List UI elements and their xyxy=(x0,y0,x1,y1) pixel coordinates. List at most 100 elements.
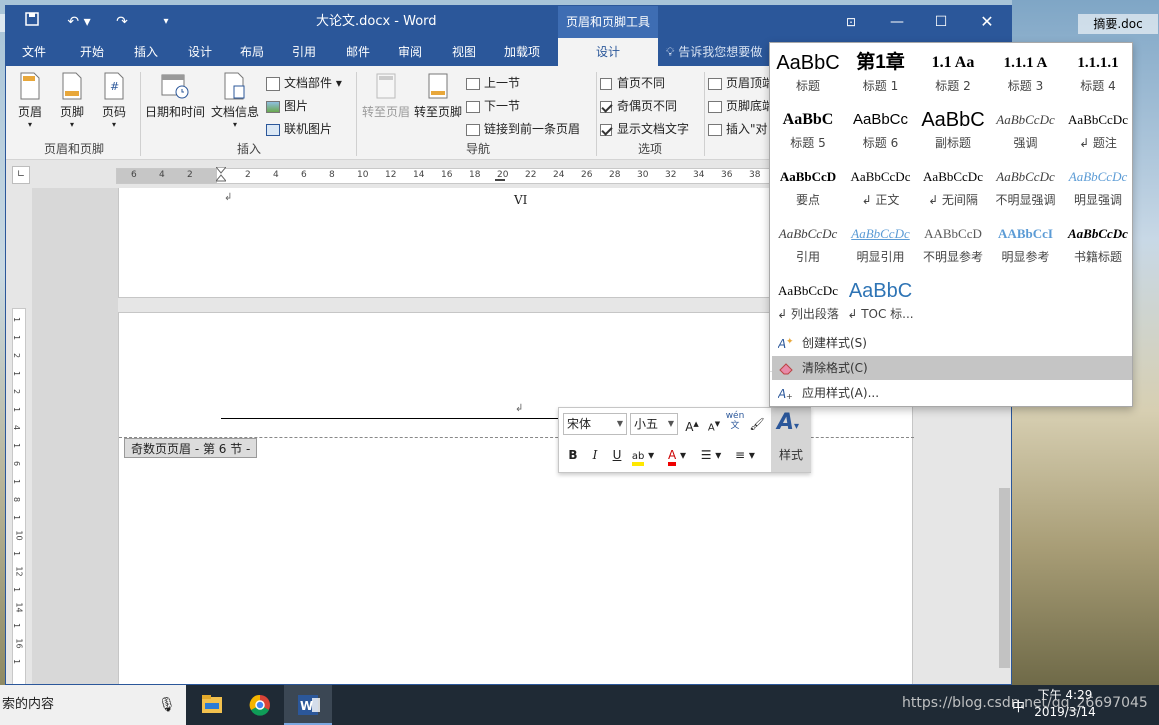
style-item[interactable]: AaBbCcDc ↲ 题注 xyxy=(1062,104,1132,161)
style-item[interactable]: AaBbC ↲ TOC 标... xyxy=(845,275,917,332)
style-item[interactable]: AaBbCcDc 明显强调 xyxy=(1062,161,1132,218)
tab-insert[interactable]: 插入 xyxy=(124,38,168,66)
font-size-combo[interactable]: 小五 ▼ xyxy=(630,413,678,435)
font-name-combo[interactable]: 宋体 ▼ xyxy=(563,413,627,435)
clear-formatting-command[interactable]: 清除格式(C) xyxy=(772,356,1132,380)
show-doc-text-checkbox[interactable]: 显示文档文字 xyxy=(600,118,689,140)
prev-section-button[interactable]: 上一节 xyxy=(466,72,520,94)
shrink-font-icon[interactable]: A▼ xyxy=(704,413,724,435)
style-item[interactable]: 1.1.1 A 标题 3 xyxy=(990,47,1062,104)
highlight-color-icon[interactable]: ab ▾ xyxy=(629,444,657,466)
style-preview: AaBbC xyxy=(848,280,913,302)
tell-me-search[interactable]: 💡︎ 告诉我您想要做 xyxy=(666,38,762,66)
bullets-icon[interactable]: ☰ ▾ xyxy=(697,444,725,466)
tab-header-footer-design[interactable]: 设计 xyxy=(558,38,658,66)
style-item[interactable]: AaBbCcD 要点 xyxy=(772,161,844,218)
style-item[interactable]: AaBbCcDc 引用 xyxy=(772,218,844,275)
minimize-icon[interactable]: — xyxy=(882,6,912,38)
style-item[interactable]: AaBbC 副标题 xyxy=(917,104,989,161)
indent-marker-icon[interactable] xyxy=(214,166,228,187)
tab-design[interactable]: 设计 xyxy=(178,38,222,66)
ribbon-separator xyxy=(704,72,705,156)
redo-icon[interactable]: ↷ xyxy=(110,6,134,38)
taskbar-search[interactable]: 索的内容 🎙︎ xyxy=(0,685,186,725)
goto-footer-button[interactable]: 转至页脚 xyxy=(412,72,464,120)
ruler-tick: 8 xyxy=(329,170,335,180)
tab-view[interactable]: 视图 xyxy=(442,38,486,66)
style-item[interactable]: AaBbCcDc 强调 xyxy=(990,104,1062,161)
file-explorer-icon[interactable] xyxy=(188,685,236,725)
tab-home[interactable]: 开始 xyxy=(70,38,114,66)
doc-parts-button[interactable]: 文档部件 ▾ xyxy=(266,72,342,94)
date-time-button[interactable]: 日期和时间 xyxy=(144,72,206,120)
footer-bottom-field[interactable]: 页脚底端 xyxy=(708,95,774,117)
create-style-command[interactable]: A ✦ 创建样式(S) xyxy=(772,331,1132,355)
underline-button[interactable]: U xyxy=(607,444,627,466)
doc-info-button[interactable]: 文档信息 ▾ xyxy=(208,72,262,129)
chrome-icon[interactable] xyxy=(236,685,284,725)
header-button[interactable]: 页眉 ▾ xyxy=(12,72,48,129)
online-picture-button[interactable]: 联机图片 xyxy=(266,118,332,140)
style-item[interactable]: AABbCcI 明显参考 xyxy=(990,218,1062,275)
tab-addins[interactable]: 加载项 xyxy=(494,38,550,66)
ruler-tick: 26 xyxy=(581,170,593,180)
tab-selector[interactable]: ∟ xyxy=(12,166,30,184)
font-color-icon[interactable]: A ▾ xyxy=(663,444,691,466)
vertical-ruler[interactable]: 1 1 2 1 2 1 4 1 6 1 8 1 10 1 12 1 14 1 16 1 xyxy=(12,308,26,684)
desktop-icon-label[interactable]: 摘要.doc xyxy=(1078,14,1158,34)
style-item[interactable]: 1.1 Aa 标题 2 xyxy=(917,47,989,104)
goto-header-button[interactable]: 转至页眉 xyxy=(360,72,412,120)
page-number-button[interactable]: # 页码 ▾ xyxy=(96,72,132,129)
horizontal-ruler[interactable]: 6 4 2 2 4 6 8 10 12 14 16 18 20 22 24 26 28 30 32 34 36 38 xyxy=(116,166,771,187)
style-item[interactable]: AaBbCcDc 不明显强调 xyxy=(990,161,1062,218)
tab-layout[interactable]: 布局 xyxy=(230,38,274,66)
tab-references[interactable]: 引用 xyxy=(282,38,326,66)
maximize-icon[interactable]: ☐ xyxy=(926,6,956,38)
style-item[interactable]: AaBbCc 标题 6 xyxy=(845,104,917,161)
save-icon[interactable] xyxy=(20,6,44,38)
picture-button[interactable]: 图片 xyxy=(266,95,308,117)
header-label: 页眉 xyxy=(17,105,42,119)
italic-button[interactable]: I xyxy=(585,444,605,466)
styles-button[interactable]: A▾ 样式 xyxy=(771,408,811,472)
phonetic-guide-icon[interactable]: wén 文 xyxy=(725,411,745,433)
style-item[interactable]: 第1章 标题 1 xyxy=(845,47,917,104)
style-item[interactable]: AaBbCcDc 明显引用 xyxy=(845,218,917,275)
header-top-field[interactable]: 页眉顶端 xyxy=(708,72,774,94)
style-item[interactable]: AaBbCcDc ↲ 正文 xyxy=(845,161,917,218)
style-item[interactable]: AABbCcD 不明显参考 xyxy=(917,218,989,275)
folder-svg xyxy=(202,695,222,713)
style-item[interactable]: 1.1.1.1 标题 4 xyxy=(1062,47,1132,104)
tab-stop-icon[interactable] xyxy=(495,179,505,185)
grow-font-icon[interactable]: A▲ xyxy=(682,413,702,435)
format-painter-icon[interactable]: 🖌︎ xyxy=(747,413,767,435)
diff-odd-even-checkbox[interactable]: 奇偶页不同 xyxy=(600,95,677,117)
diff-first-checkbox[interactable]: 首页不同 xyxy=(600,72,665,94)
apply-styles-command[interactable]: A + 应用样式(A)... xyxy=(772,381,1132,405)
footer-label: 页脚 xyxy=(59,105,84,119)
svg-text:+: + xyxy=(786,392,793,400)
style-item[interactable]: AaBbCcDc 书籍标题 xyxy=(1062,218,1132,275)
style-item[interactable]: AaBbCcDc ↲ 列出段落 xyxy=(772,275,844,332)
tab-file[interactable]: 文件 xyxy=(14,38,54,66)
undo-icon[interactable]: ↶ ▾ xyxy=(62,6,96,38)
microphone-icon[interactable]: 🎙︎ xyxy=(158,685,176,725)
close-icon[interactable]: ✕ xyxy=(972,6,1002,38)
link-previous-button[interactable]: 链接到前一条页眉 xyxy=(466,118,580,140)
customize-qat-icon[interactable]: ▾ xyxy=(156,6,176,38)
ribbon-display-icon[interactable]: ⊡ xyxy=(836,6,866,38)
footer-button[interactable]: 页脚 ▾ xyxy=(54,72,90,129)
insert-align-tab-button[interactable]: 插入"对 xyxy=(708,118,768,140)
tab-review[interactable]: 审阅 xyxy=(388,38,432,66)
tab-mailings[interactable]: 邮件 xyxy=(336,38,380,66)
style-name: 标题 xyxy=(795,79,820,93)
numbering-icon[interactable]: ≡ ▾ xyxy=(731,444,759,466)
bold-button[interactable]: B xyxy=(563,444,583,466)
style-item[interactable]: AaBbCcDc ↲ 无间隔 xyxy=(917,161,989,218)
next-section-button[interactable]: 下一节 xyxy=(466,95,520,117)
style-item[interactable]: AaBbC 标题 5 xyxy=(772,104,844,161)
diff-first-label: 首页不同 xyxy=(617,76,666,90)
word-taskbar-icon[interactable]: W xyxy=(284,685,332,725)
scrollbar-thumb[interactable] xyxy=(999,488,1010,668)
style-item[interactable]: AaBbC 标题 xyxy=(772,47,844,104)
